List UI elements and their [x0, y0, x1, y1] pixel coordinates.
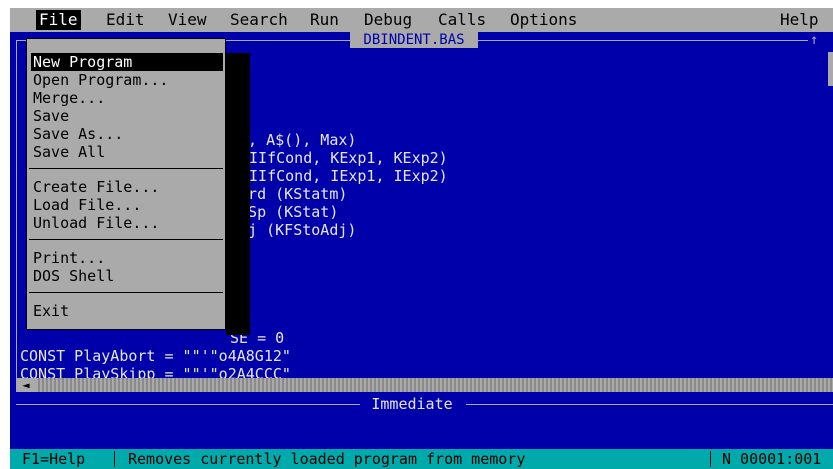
menu-bar: File Edit View Search Run Debug Calls Op… [10, 8, 833, 32]
immediate-rule-left [16, 404, 360, 405]
menu-shadow [226, 53, 250, 335]
menu-separator [29, 239, 223, 240]
menu-search[interactable]: Search [230, 10, 288, 30]
menu-separator [29, 168, 223, 169]
immediate-rule-right [466, 404, 833, 405]
title-rule-right [478, 40, 808, 41]
file-menu-dropdown: New Program Open Program... Merge... Sav… [26, 38, 226, 330]
menu-run[interactable]: Run [310, 10, 339, 30]
menu-item-create-file[interactable]: Create File... [31, 178, 223, 196]
menu-item-exit[interactable]: Exit [31, 302, 223, 320]
menu-view[interactable]: View [168, 10, 207, 30]
status-bar: F1=Help Removes currently loaded program… [10, 449, 833, 469]
immediate-title-row: Immediate [10, 396, 833, 412]
code-line: CONST PlayAbort = ""'"o4A8G12" [20, 347, 291, 365]
editor-title: DBINDENT.BAS [350, 32, 478, 48]
dos-screen: File Edit View Search Run Debug Calls Op… [10, 8, 833, 469]
menu-help[interactable]: Help [780, 10, 819, 30]
status-divider [710, 451, 711, 467]
menu-item-load-file[interactable]: Load File... [31, 196, 223, 214]
status-message: Removes currently loaded program from me… [128, 450, 526, 468]
menu-item-save[interactable]: Save [31, 107, 223, 125]
immediate-title: Immediate [371, 395, 453, 413]
code-line: (IIfCond, KExp1, KExp2) [240, 149, 448, 167]
menu-item-unload-file[interactable]: Unload File... [31, 214, 223, 232]
menu-separator [29, 292, 223, 293]
menu-item-new-program[interactable]: New Program [31, 53, 223, 71]
status-help: F1=Help [22, 450, 86, 468]
menu-item-save-all[interactable]: Save All [31, 143, 223, 161]
menu-item-dos-shell[interactable]: DOS Shell [31, 267, 223, 285]
maximize-icon[interactable]: ↑ [810, 32, 826, 48]
menu-options[interactable]: Options [510, 10, 577, 30]
scroll-left-arrow-icon[interactable]: ◄ [16, 378, 36, 392]
code-line: (IIfCond, IExp1, IExp2) [240, 167, 448, 185]
menu-item-save-as[interactable]: Save As... [31, 125, 223, 143]
menu-item-open-program[interactable]: Open Program... [31, 71, 223, 89]
horizontal-scrollbar[interactable]: ◄ [16, 378, 833, 392]
menu-item-merge[interactable]: Merge... [31, 89, 223, 107]
cursor-position: N 00001:001 [722, 450, 822, 468]
status-divider [114, 451, 115, 467]
menu-calls[interactable]: Calls [438, 10, 486, 30]
menu-item-print[interactable]: Print... [31, 249, 223, 267]
menu-file[interactable]: File [36, 10, 81, 30]
menu-debug[interactable]: Debug [364, 10, 412, 30]
menu-edit[interactable]: Edit [106, 10, 145, 30]
